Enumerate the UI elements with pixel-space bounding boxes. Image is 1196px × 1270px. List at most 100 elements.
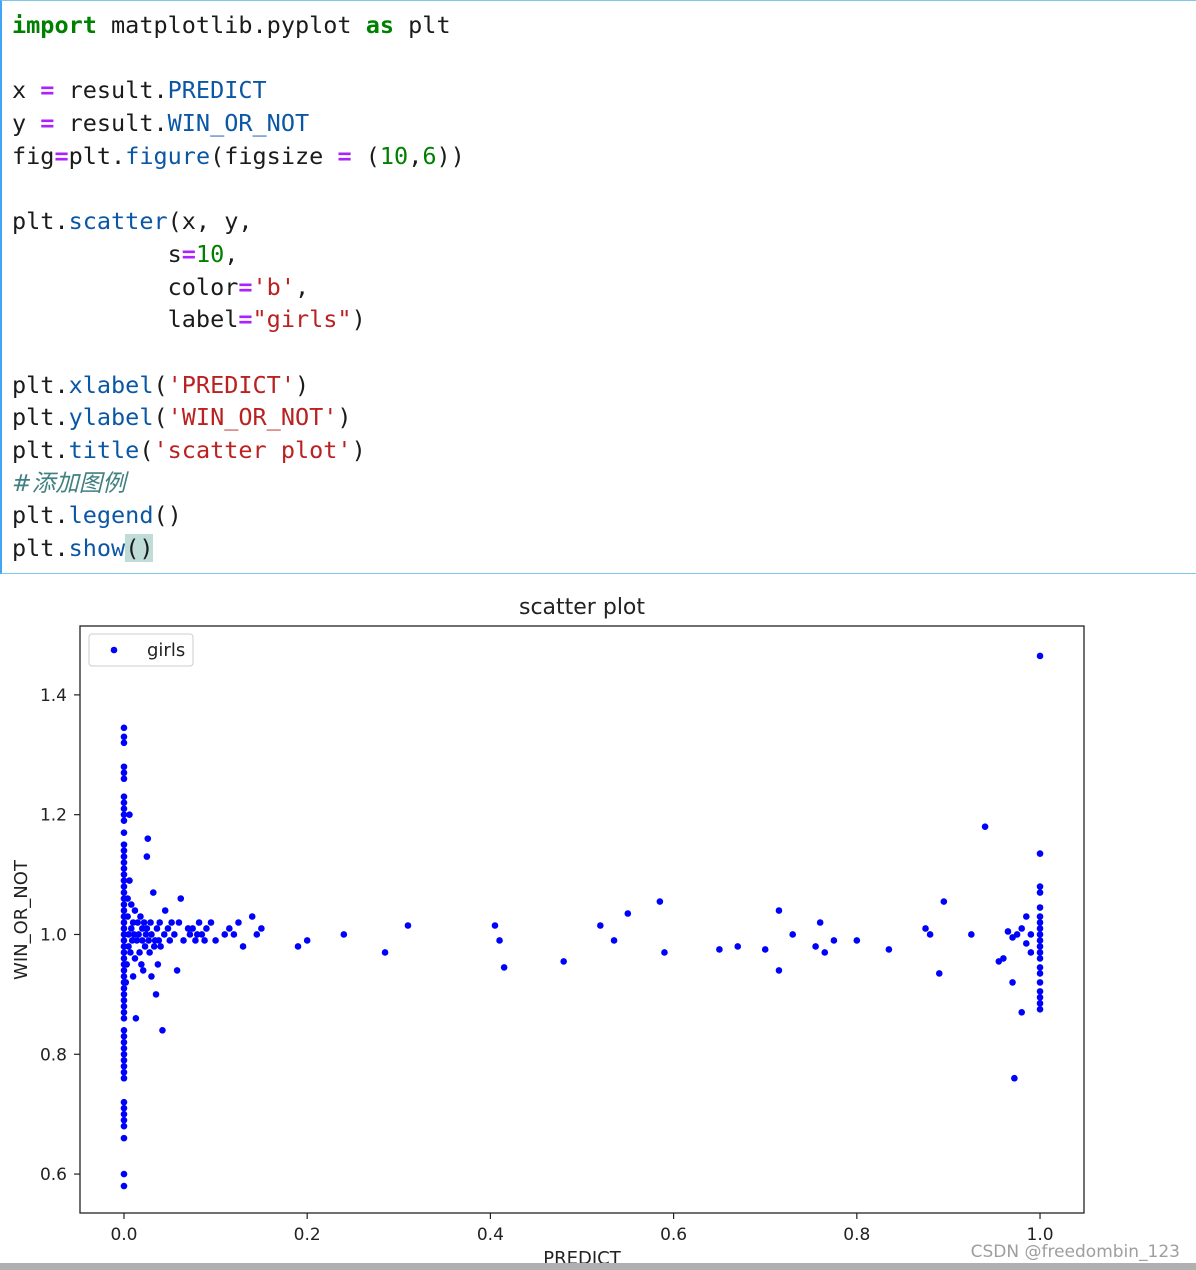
scatter-point [147, 919, 154, 926]
code-token: ) [351, 305, 366, 334]
scatter-point [198, 931, 206, 938]
scatter-point [120, 853, 128, 860]
scatter-point [120, 937, 128, 944]
scatter-point [152, 991, 160, 998]
scatter-point [149, 889, 157, 896]
scatter-point [161, 907, 169, 914]
code-token: s [12, 239, 182, 268]
code-token: label [12, 305, 239, 334]
code-token: , [224, 239, 239, 268]
scatter-point [1009, 979, 1016, 986]
watermark: CSDN @freedombin_123 [970, 1242, 1180, 1262]
scatter-point [775, 907, 783, 914]
code-token: PREDICT [167, 76, 267, 105]
code-token: import [12, 11, 97, 39]
y-axis: 0.6 0.8 1.0 1.2 1.4 [40, 686, 80, 1185]
scatter-point [491, 922, 499, 929]
code-line: plt.ylabel('WIN_OR_NOT') [12, 401, 465, 434]
scatter-point [1018, 1009, 1026, 1016]
code-token: 6 [422, 141, 437, 170]
scatter-point [221, 931, 229, 938]
scatter-point [127, 901, 135, 908]
scatter-point [120, 919, 128, 926]
scatter-point [140, 919, 148, 926]
scatter-point [120, 829, 128, 836]
scatter-point [1036, 931, 1044, 938]
scatter-point [1036, 943, 1044, 950]
code-token: ( [351, 141, 380, 170]
scatter-point [935, 970, 943, 977]
code-line: #添加图例 [12, 467, 465, 500]
code-line: s=10, [12, 238, 465, 271]
code-token: plt. [68, 141, 126, 170]
scatter-point [144, 835, 152, 842]
scatter-point [120, 847, 128, 854]
scatter-point [120, 907, 128, 914]
scatter-point [168, 919, 175, 926]
code-token: title [68, 435, 140, 464]
code-token: = [40, 109, 55, 138]
scatter-point [940, 898, 948, 905]
scatter-point [166, 937, 174, 944]
scatter-point [207, 919, 215, 926]
code-token: , [294, 272, 310, 301]
scatter-point [124, 895, 131, 902]
scatter-point [120, 775, 128, 783]
code-token: legend [68, 501, 154, 530]
scatter-point [153, 925, 161, 932]
plot-frame [79, 625, 1085, 1214]
scatter-point [1036, 964, 1044, 971]
scatter-point [138, 937, 146, 944]
scatter-point [186, 931, 194, 938]
scatter-point [775, 967, 783, 974]
scatter-point [1036, 652, 1044, 660]
code-token: () [153, 501, 182, 530]
scatter-point [120, 973, 128, 980]
scatter-point [1027, 931, 1035, 938]
code-token: = [40, 76, 55, 105]
code-token: ) [294, 370, 310, 399]
scatter-point [1036, 1006, 1044, 1013]
scatter-point [1036, 979, 1044, 986]
scatter-point [1004, 928, 1012, 935]
code-line: fig=plt.figure(figsize = (10,6)) [12, 140, 465, 173]
scatter-point [1036, 970, 1044, 977]
code-token: () [125, 534, 154, 562]
code-token: figure [125, 141, 211, 170]
scatter-point [120, 739, 128, 747]
y-tick-label: 0.6 [40, 1165, 67, 1185]
scatter-point [173, 967, 181, 974]
chart-title: scatter plot [519, 595, 645, 620]
code-line: plt.scatter(x, y, [12, 205, 465, 238]
code-token: = [238, 272, 253, 301]
code-token: plt. [12, 370, 69, 399]
x-axis: 0.0 0.2 0.4 0.6 0.8 1.0 [110, 1213, 1054, 1245]
scatter-point [120, 901, 128, 908]
scatter-point [120, 733, 128, 741]
scatter-point [120, 1122, 128, 1130]
scatter-point [885, 946, 893, 953]
scatter-point [1036, 988, 1044, 995]
scatter-point [160, 931, 168, 938]
scatter-point [120, 1068, 128, 1076]
code-cell[interactable]: import matplotlib.pyplot as plt x = resul… [0, 0, 1196, 574]
scatter-point [145, 937, 153, 944]
scatter-point [175, 919, 183, 926]
scatter-point [1036, 955, 1044, 962]
scatter-point [120, 841, 128, 848]
code-token: 10 [195, 239, 225, 268]
scatter-point [125, 943, 132, 950]
scatter-point [171, 931, 178, 938]
scatter-point [816, 919, 824, 926]
scatter-point [136, 949, 143, 956]
code-token: ylabel [68, 403, 154, 432]
scatter-point [120, 1044, 128, 1052]
code-token: as [365, 11, 395, 39]
code-token: color [12, 272, 239, 301]
scatter-point [120, 1015, 128, 1022]
scatter-point [148, 973, 155, 980]
scatter-point [120, 871, 128, 878]
code-editor[interactable]: import matplotlib.pyplot as plt x = resul… [12, 9, 465, 565]
horizontal-scrollbar[interactable] [0, 1263, 1196, 1270]
